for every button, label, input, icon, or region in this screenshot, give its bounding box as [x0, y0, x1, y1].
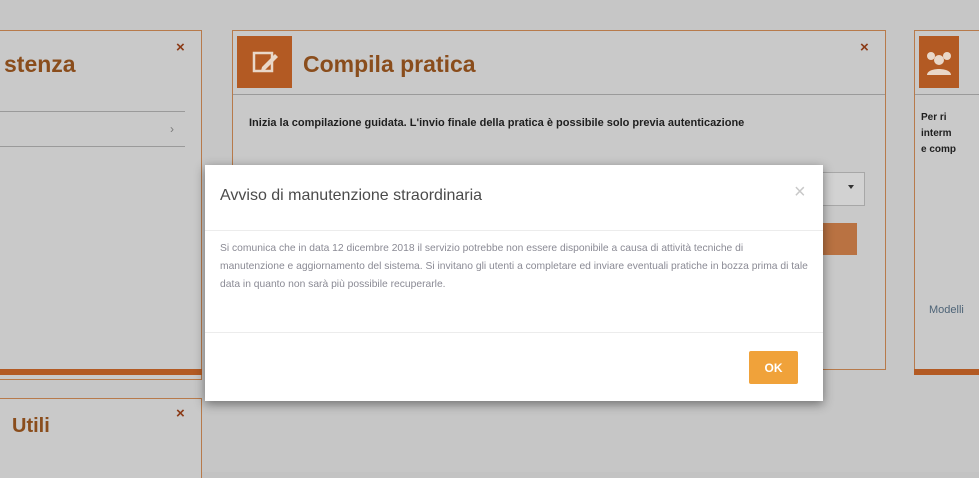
edit-icon	[237, 36, 292, 88]
modal-header: Avviso di manutenzione straordinaria ×	[205, 165, 823, 231]
users-icon	[919, 36, 959, 88]
compila-pratica-divider	[233, 94, 885, 95]
link-utili-title: Utili	[12, 415, 50, 437]
compila-pratica-title: Compila pratica	[303, 51, 476, 77]
modal-close-icon[interactable]: ×	[794, 182, 806, 202]
link-utili-panel: Utili ×	[0, 398, 202, 478]
ok-button[interactable]: OK	[749, 351, 798, 384]
intermediari-panel-bottom-bar	[914, 369, 979, 375]
intermediari-panel: Per ri interm e comp Modelli	[914, 30, 979, 375]
chevron-right-icon[interactable]: ›	[170, 122, 174, 136]
modal-footer: OK	[205, 332, 823, 401]
assistenza-divider	[0, 111, 185, 112]
maintenance-notice-modal: Avviso di manutenzione straordinaria × S…	[205, 165, 823, 401]
intermediari-text-line2: interm	[921, 128, 952, 139]
modal-title: Avviso di manutenzione straordinaria	[220, 187, 483, 204]
intermediari-divider	[915, 94, 979, 95]
caret-down-icon	[848, 185, 854, 189]
compila-pratica-description: Inizia la compilazione guidata. L'invio …	[249, 117, 745, 129]
intermediari-text-line3: e comp	[921, 144, 957, 155]
assistenza-panel-title: stenza	[4, 51, 76, 77]
assistenza-panel: stenza × ›	[0, 30, 202, 380]
compila-pratica-close-icon[interactable]: ×	[860, 39, 869, 56]
modelli-link[interactable]: Modelli	[929, 304, 964, 316]
assistenza-divider-2	[0, 146, 185, 147]
modal-body-text: Si comunica che in data 12 dicembre 2018…	[220, 243, 808, 290]
assistenza-panel-close-icon[interactable]: ×	[176, 39, 185, 56]
link-utili-close-icon[interactable]: ×	[176, 405, 185, 422]
assistenza-panel-bottom-bar	[0, 369, 202, 375]
intermediari-text-line1: Per ri	[921, 112, 947, 123]
